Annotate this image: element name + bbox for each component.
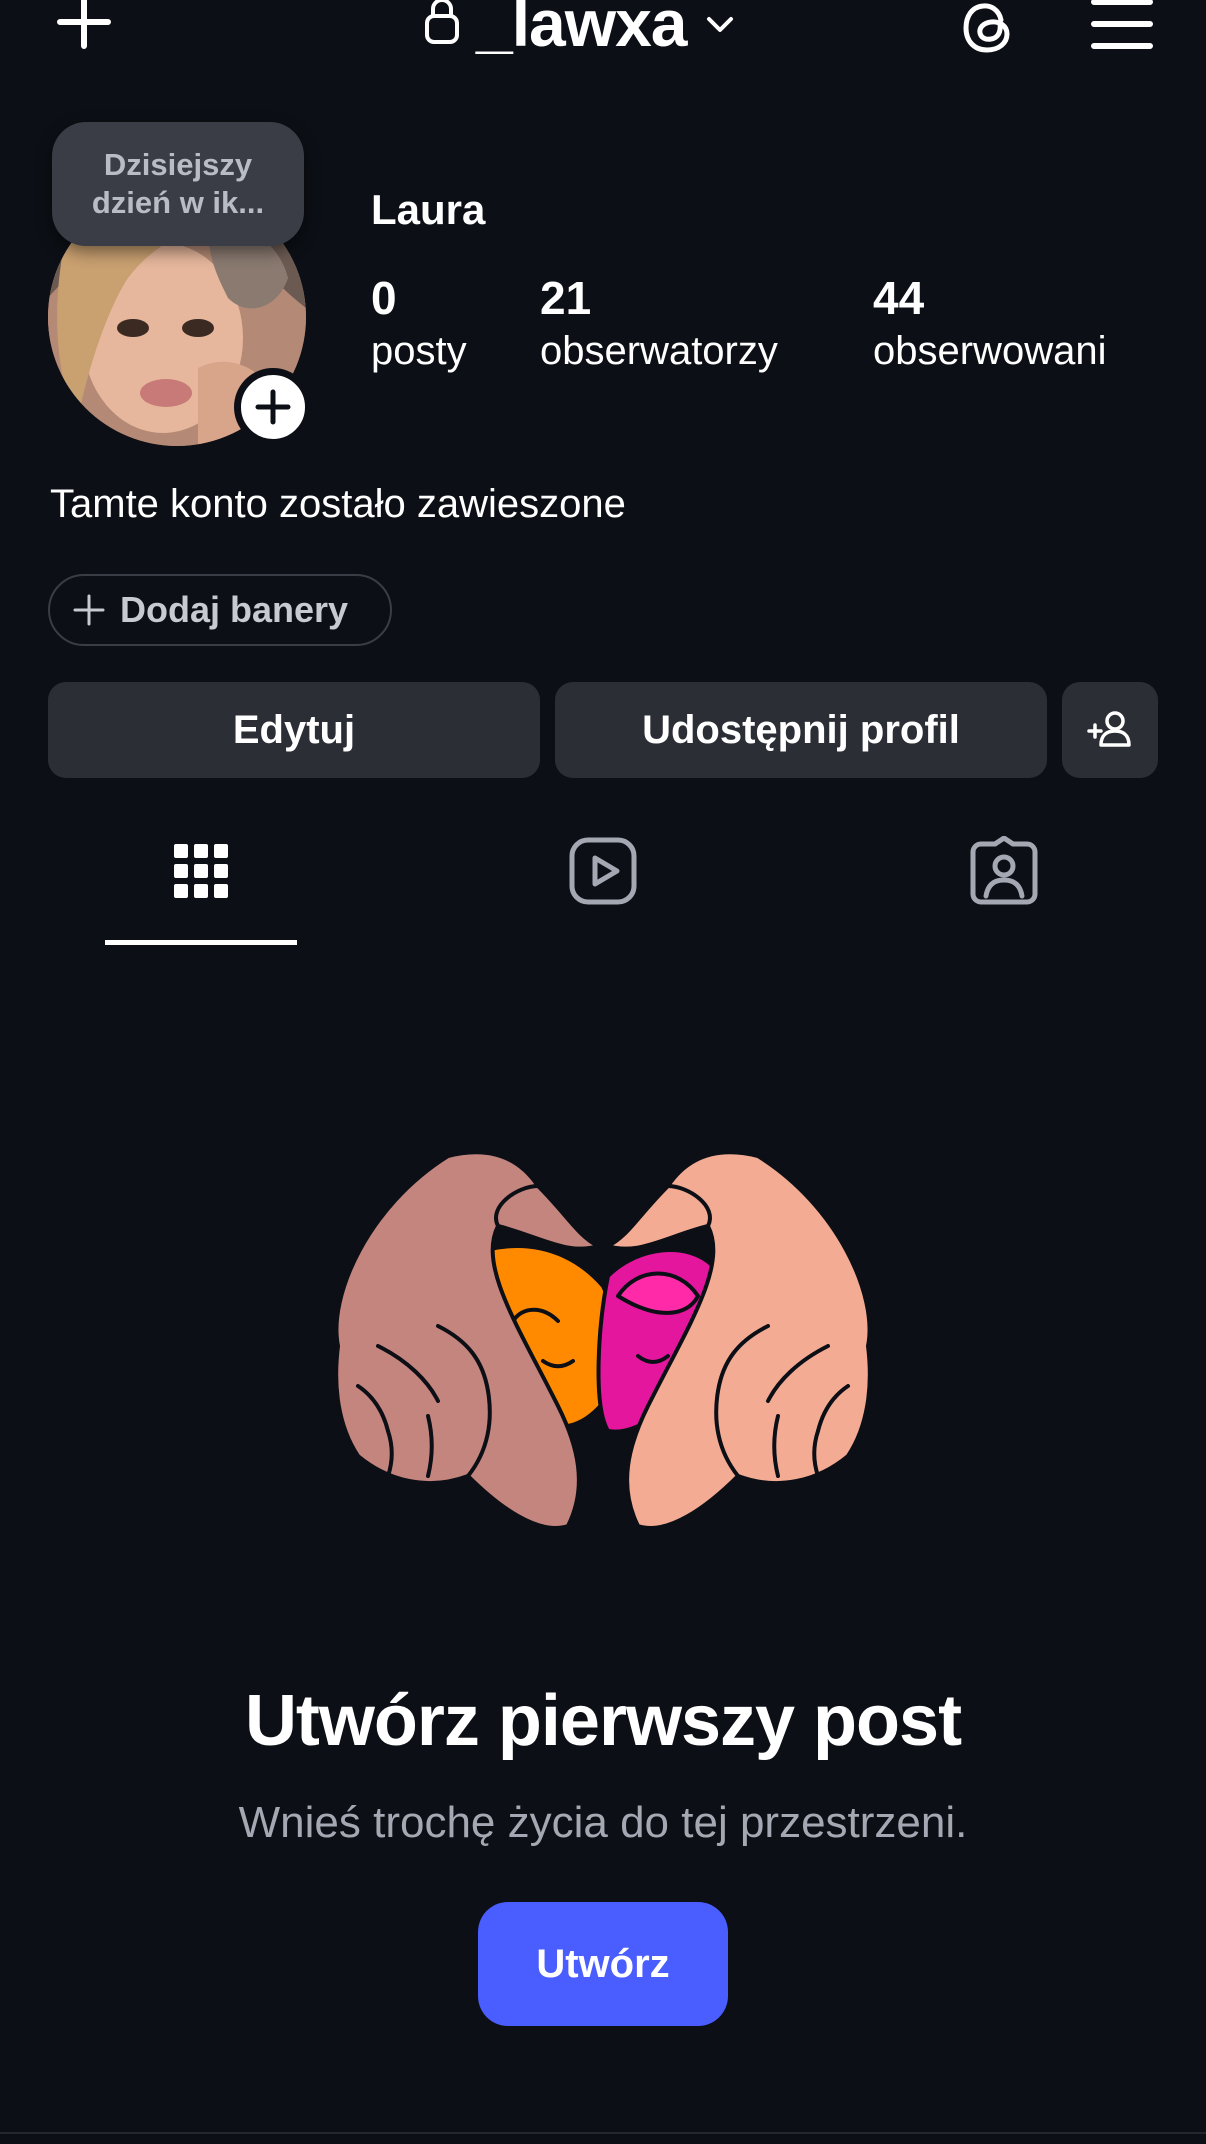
stat-posts[interactable]: 0 posty (371, 270, 467, 376)
stat-following-count: 44 (873, 272, 925, 324)
top-bar: _lawxa (0, 0, 1206, 60)
reels-icon (569, 837, 637, 905)
plus-icon[interactable] (52, 0, 116, 54)
account-switcher[interactable]: _lawxa (422, 0, 737, 60)
stat-following[interactable]: 44 obserwowani (873, 270, 1106, 376)
empty-state-title: Utwórz pierwszy post (244, 1681, 962, 1761)
edit-profile-button[interactable]: Edytuj (48, 682, 540, 778)
tab-reels[interactable] (503, 836, 703, 946)
divider (0, 2132, 1206, 2134)
empty-state-subtitle: Wnieś trochę życia do tej przestrzeni. (238, 1798, 968, 1847)
tab-posts[interactable] (101, 836, 301, 946)
add-story-button[interactable] (234, 368, 312, 446)
stat-posts-label: posty (371, 329, 467, 373)
stat-followers-count: 21 (540, 272, 592, 324)
add-person-icon (1087, 711, 1131, 747)
bio: Tamte konto zostało zawieszone (50, 482, 626, 526)
create-post-button[interactable]: Utwórz (478, 1902, 728, 2026)
tagged-icon (970, 836, 1038, 905)
display-name: Laura (371, 186, 486, 233)
active-tab-indicator (105, 940, 297, 945)
chevron-down-icon[interactable] (701, 1, 737, 46)
username[interactable]: _lawxa (476, 0, 687, 60)
add-banners-label: Dodaj banery (120, 589, 349, 630)
stat-posts-count: 0 (371, 272, 397, 324)
plus-icon (255, 389, 291, 425)
tab-tagged[interactable] (904, 836, 1104, 946)
stat-followers-label: obserwatorzy (540, 329, 778, 373)
plus-icon (73, 594, 105, 626)
discover-people-button[interactable] (1062, 682, 1158, 778)
heart-hands-illustration (318, 1146, 888, 1536)
grid-icon (174, 844, 228, 898)
add-banners-button[interactable]: Dodaj banery (48, 574, 392, 646)
note-line-1: Dzisiejszy (103, 147, 253, 182)
lock-icon (422, 0, 462, 53)
threads-icon[interactable] (955, 0, 1021, 60)
stat-followers[interactable]: 21 obserwatorzy (540, 270, 778, 376)
menu-icon[interactable] (1090, 0, 1154, 52)
stat-following-label: obserwowani (873, 329, 1107, 373)
share-profile-button[interactable]: Udostępnij profil (555, 682, 1047, 778)
note-bubble[interactable]: Dzisiejszy dzień w ik... (52, 122, 304, 246)
note-line-2: dzień w ik... (91, 185, 265, 220)
